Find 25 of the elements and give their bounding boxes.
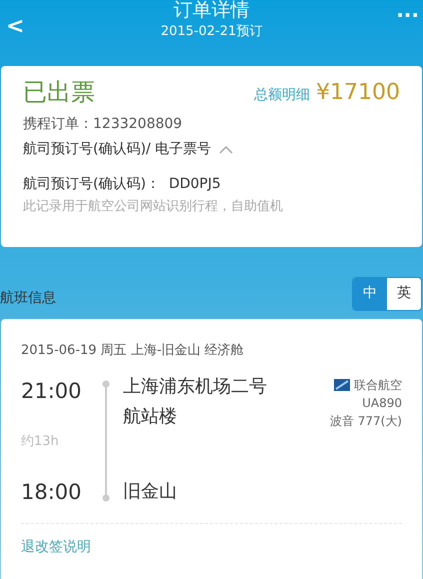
flight-summary: 2015-06-19 周五 上海-旧金山 经济舱 — [21, 342, 245, 360]
more-button[interactable]: ··· — [396, 0, 419, 30]
trip-order-number: 携程订单：1233208809 — [23, 115, 184, 134]
aircraft-type: 波音 777(大) — [330, 413, 402, 430]
language-tab[interactable]: 英 — [387, 278, 421, 310]
airline-name: 联合航空 — [354, 377, 402, 394]
back-button[interactable]: < — [6, 10, 24, 43]
ticket-status: 已出票 — [23, 77, 95, 108]
pnr-code: 航司预订号(确认码)： DD0PJ5 — [23, 175, 222, 194]
booking-date: 2015-02-21预订 — [160, 23, 262, 41]
total-details-link[interactable]: 总额明细 — [254, 84, 310, 106]
arrival-time: 18:00 — [21, 479, 83, 506]
departure-time: 21:00 — [21, 378, 83, 405]
change-policy-link[interactable]: 退改签说明 — [21, 538, 91, 554]
total-price: ¥17100 — [316, 78, 400, 106]
departure-airport: 上海浦东机场二号航站楼 — [123, 375, 268, 429]
arrival-airport: 旧金山 — [123, 480, 178, 504]
airline-logo-icon — [334, 379, 350, 391]
section-title: 航班信息 — [0, 289, 56, 308]
pnr-note: 此记录用于航空公司网站识别行程，自助值机 — [23, 198, 284, 216]
flight-duration: 约13h — [21, 432, 60, 450]
pnr-toggle[interactable]: 航司预订号(确认码)/ 电子票号 — [23, 139, 400, 160]
page-title: 订单详情 — [174, 0, 250, 20]
flight-number: UA890 — [362, 395, 402, 412]
language-tab[interactable]: 中 — [353, 278, 387, 310]
